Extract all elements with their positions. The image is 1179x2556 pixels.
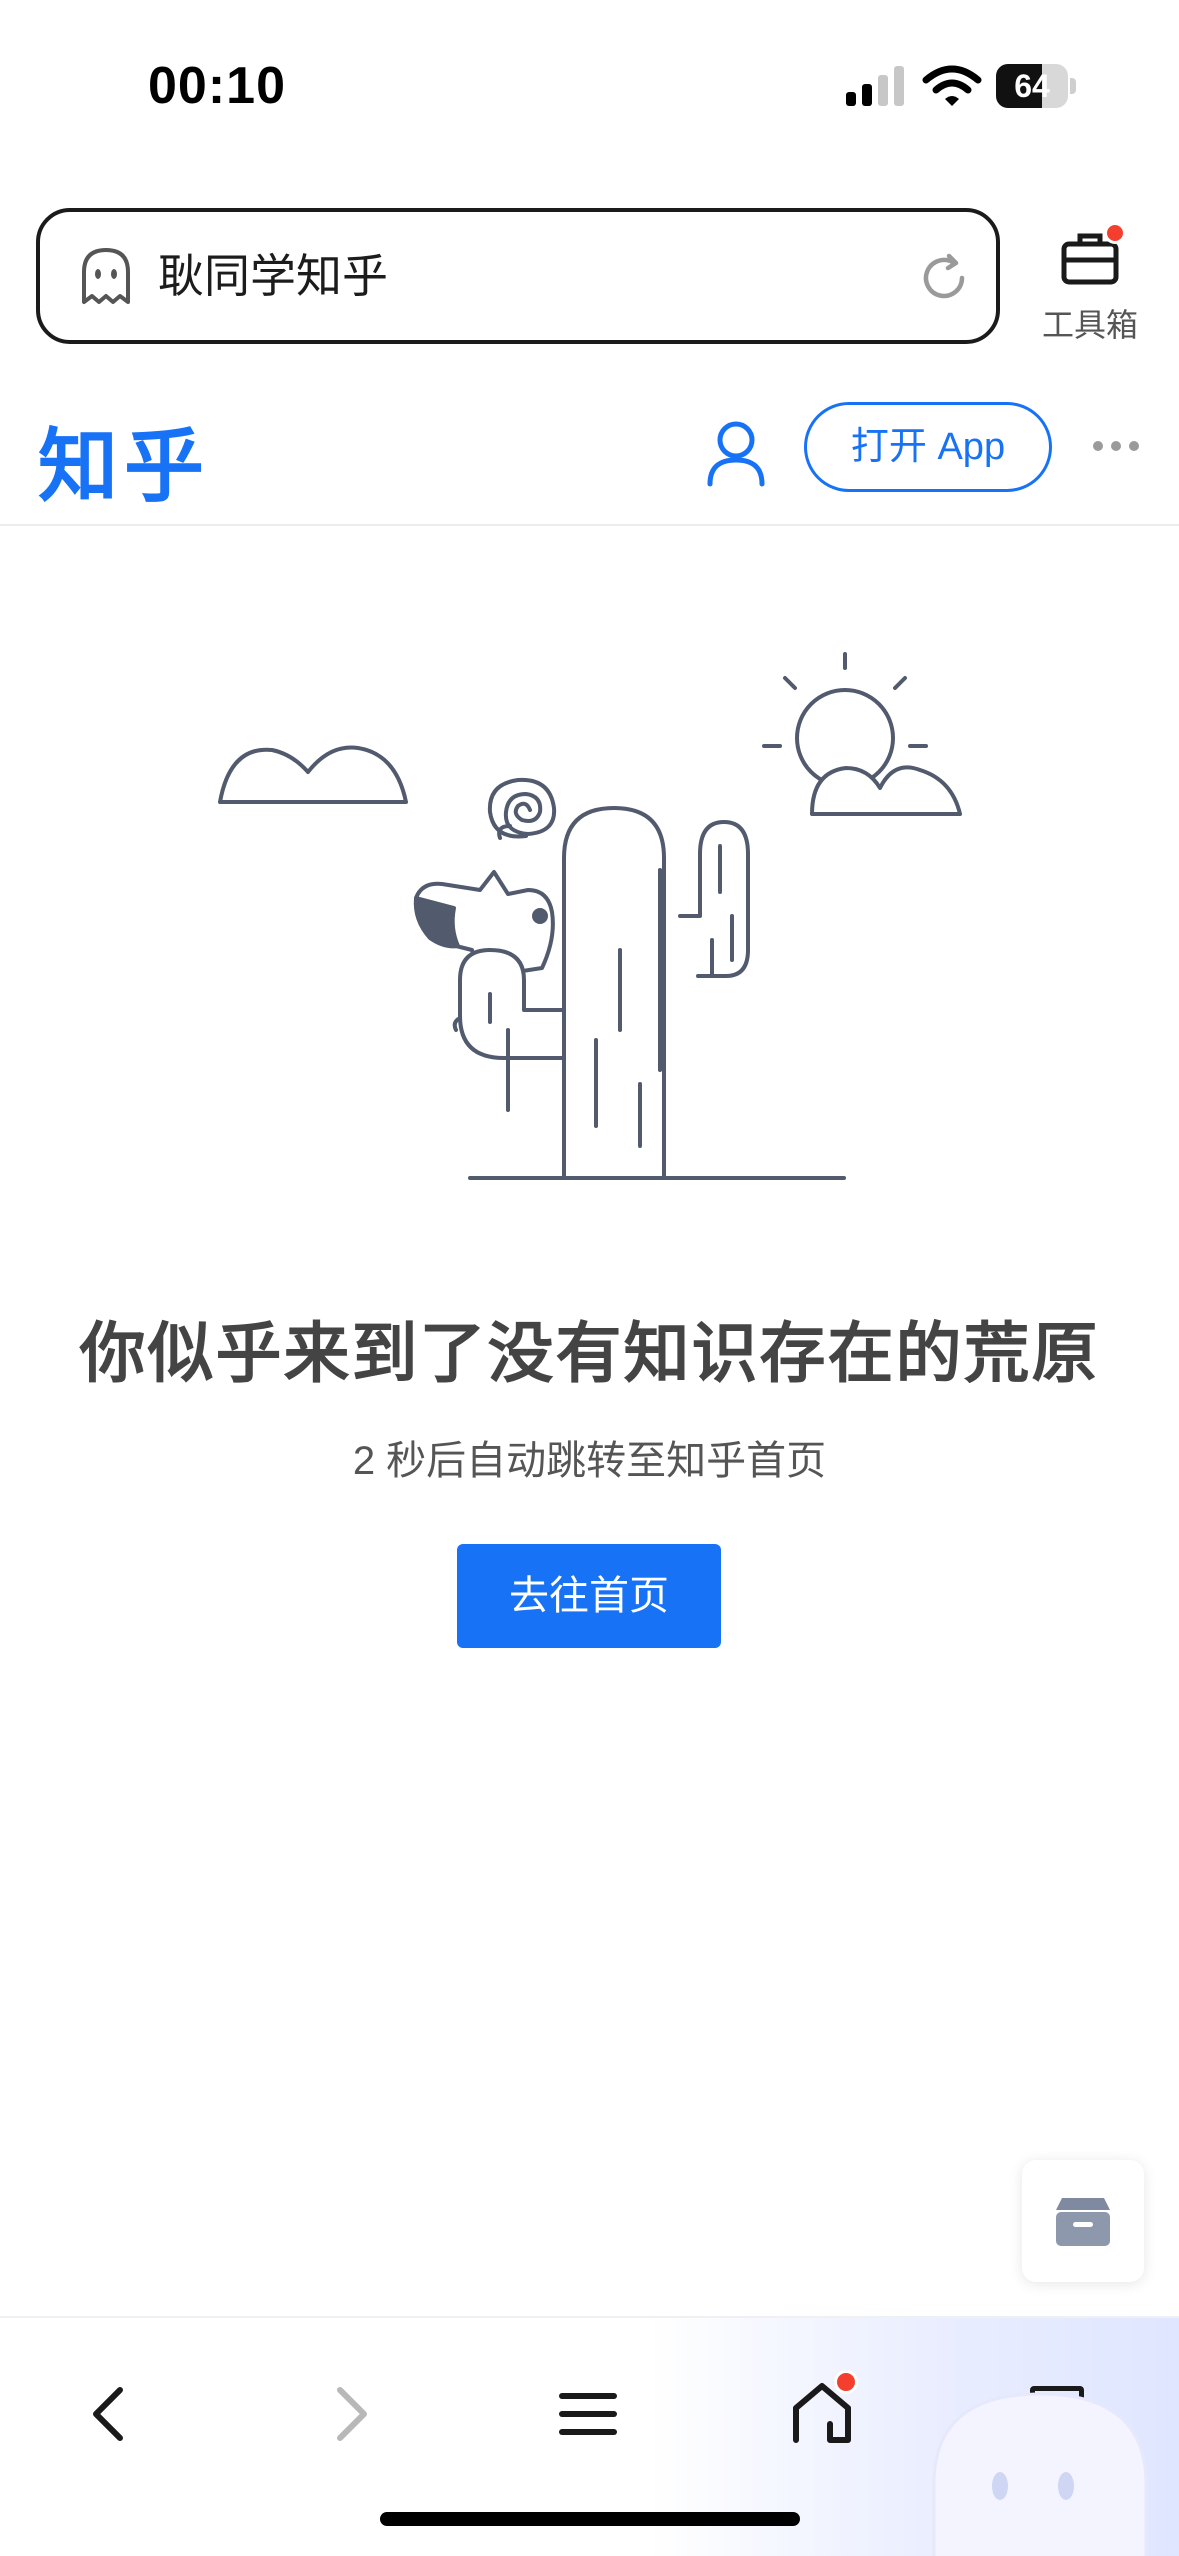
home-indicator [380,2512,800,2526]
menu-icon[interactable] [548,2374,628,2454]
cactus-illustration [218,652,962,1180]
ghost-icon[interactable] [74,244,138,308]
more-icon[interactable] [1092,438,1140,454]
forward-icon[interactable] [310,2374,390,2454]
zhihu-logo[interactable]: 知乎 [38,402,210,518]
back-icon[interactable] [70,2374,150,2454]
floating-box-button[interactable] [1022,2160,1144,2282]
cellular-signal-icon [846,66,904,106]
site-header: 知乎 打开 App [0,380,1179,526]
redirect-notice: 2 秒后自动跳转至知乎首页 [352,1439,827,1483]
battery-percent: 64 [1014,68,1050,104]
page-title: 你似乎来到了没有知识存在的荒原 [79,1316,1100,1390]
home-notification-dot [834,2370,858,2394]
open-app-button[interactable]: 打开 App [804,402,1052,492]
address-bar[interactable]: 耿同学知乎 [36,208,1000,344]
box-icon [1056,2198,1110,2246]
user-icon[interactable] [704,418,768,488]
toolbox-button[interactable]: 工具箱 [1030,222,1150,343]
address-text[interactable]: 耿同学知乎 [158,244,388,308]
ghost-mascot-icon [932,2392,1148,2556]
go-home-button[interactable]: 去往首页 [457,1544,721,1648]
toolbox-label: 工具箱 [1041,307,1138,343]
battery-indicator: 64 [996,64,1076,108]
wifi-icon [922,65,982,106]
status-time: 00:10 [148,57,286,115]
notification-dot [1104,222,1126,244]
refresh-icon[interactable] [916,250,972,306]
